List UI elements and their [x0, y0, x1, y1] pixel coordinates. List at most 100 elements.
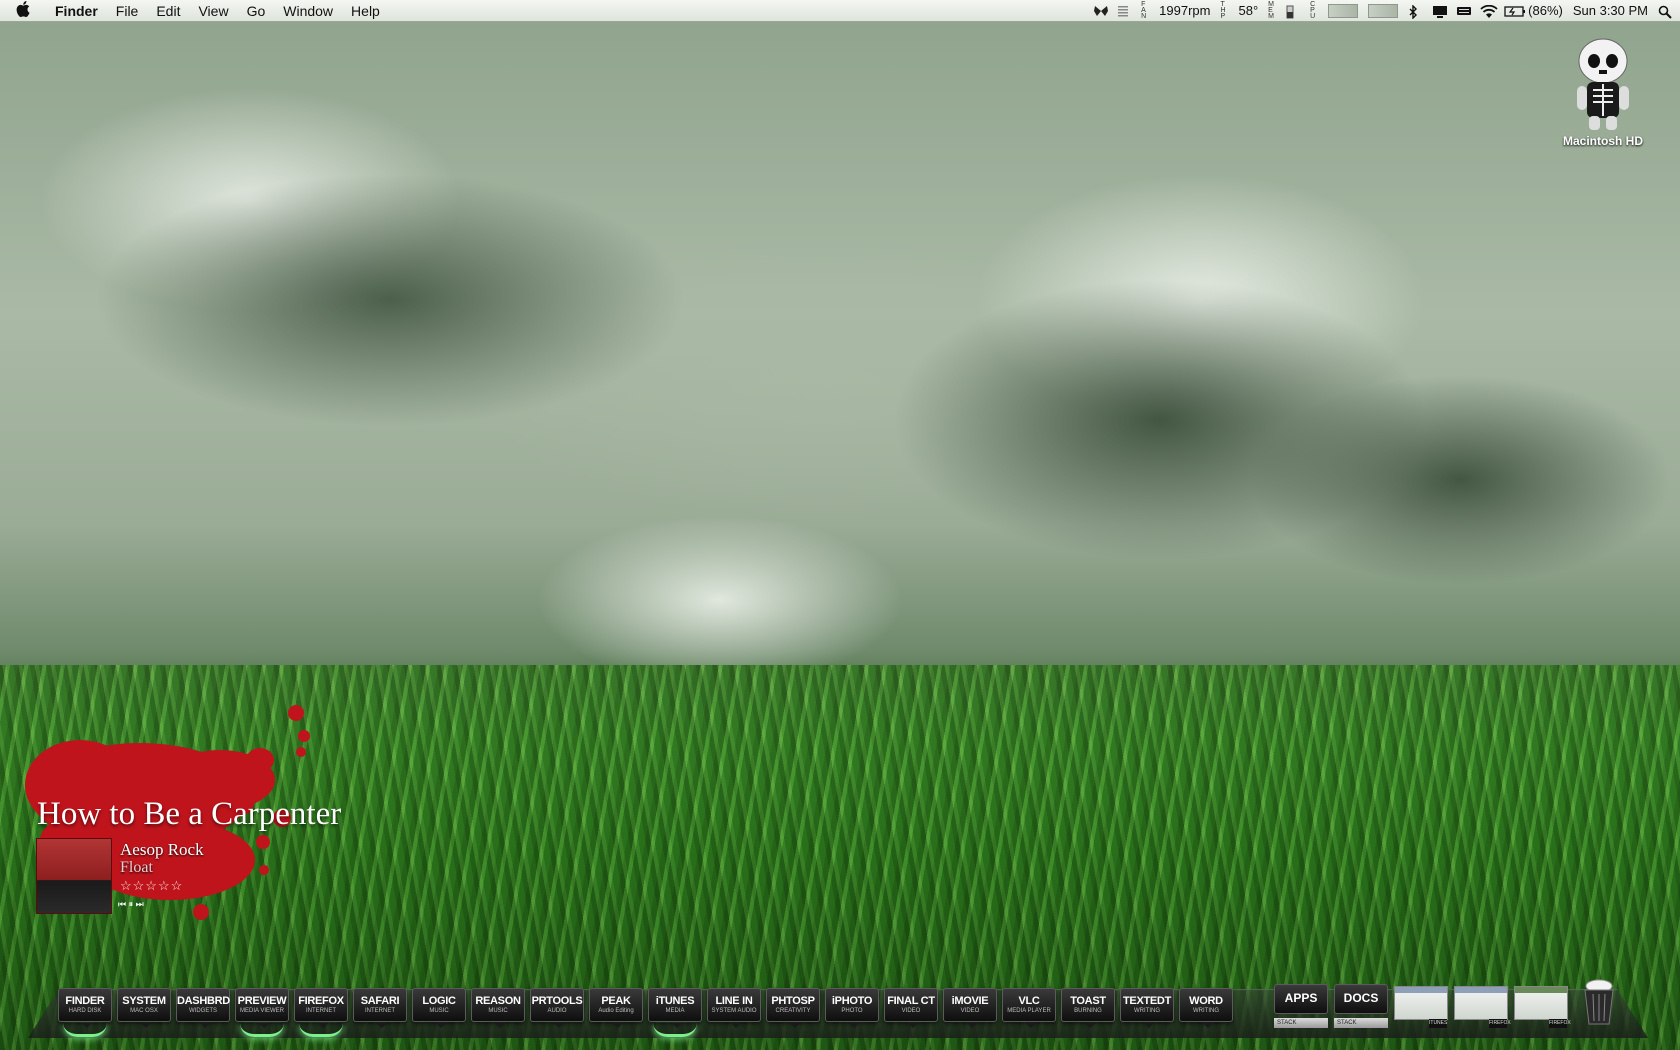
dock-item-label: LOGIC	[422, 995, 456, 1007]
dock-item-label: DASHBRD	[177, 995, 230, 1007]
memory-meter-icon[interactable]	[1286, 5, 1300, 18]
grip-icon[interactable]	[1117, 5, 1131, 17]
dock-item-sublabel: WIDGETS	[189, 1008, 217, 1014]
minimized-window-firefox-2[interactable]: FIREFOX	[1514, 986, 1571, 1028]
menubar-clock[interactable]: Sun 3:30 PM	[1573, 3, 1648, 18]
macintosh-hd-desktop-icon[interactable]: Macintosh HD	[1548, 36, 1658, 148]
dock-item-toast[interactable]: TOAST BURNING	[1061, 988, 1115, 1028]
star-rating[interactable]: ☆☆☆☆☆	[120, 878, 183, 894]
butterfly-icon[interactable]	[1093, 5, 1109, 17]
dock-item-label: WORD	[1189, 995, 1223, 1007]
dock-item-system[interactable]: SYSTEM MAC OSX	[117, 988, 171, 1028]
battery-icon[interactable]	[1504, 5, 1526, 17]
minimized-window-itunes[interactable]: ITUNES	[1394, 986, 1448, 1028]
dock-notch	[730, 1022, 742, 1028]
menu-go[interactable]: Go	[238, 0, 275, 22]
dock-notch	[1025, 1022, 1037, 1028]
dock-item-safari[interactable]: SAFARI INTERNET	[353, 988, 407, 1028]
cpu-graph[interactable]	[1328, 3, 1359, 18]
wifi-icon[interactable]	[1480, 4, 1498, 18]
dock-notch	[612, 1022, 624, 1028]
dock-item-sublabel: WRITING	[1193, 1008, 1219, 1014]
dock-item-firefox[interactable]: FIREFOX INTERNET	[294, 988, 348, 1037]
menu-window[interactable]: Window	[274, 0, 342, 22]
battery-percent[interactable]: (86%)	[1528, 3, 1563, 18]
menu-view[interactable]: View	[189, 0, 237, 22]
thumb-titlebar	[1395, 987, 1447, 993]
menu-help[interactable]: Help	[342, 0, 389, 22]
dock-item-peak[interactable]: PEAK Audio Editing	[589, 988, 643, 1028]
now-playing-widget[interactable]: How to Be a Carpenter Aesop Rock Float ☆…	[20, 700, 440, 930]
dock-app-list: FINDER HARD DISK SYSTEM MAC OSX DASHBRD WID…	[58, 988, 1233, 1037]
menu-file[interactable]: File	[107, 0, 148, 22]
dock-item-sublabel: MEDIA PLAYER	[1007, 1008, 1051, 1014]
dock-item-final-cut[interactable]: FINAL CT VIDEO	[884, 988, 938, 1028]
dock-item-dashbrd[interactable]: DASHBRD WIDGETS	[176, 988, 230, 1028]
minimized-window-firefox[interactable]: FIREFOX	[1454, 986, 1511, 1028]
dock-item-label: FINDER	[65, 995, 105, 1007]
dock-item-imovie[interactable]: iMOVIE VIDEO	[943, 988, 997, 1028]
skeleton-figure-icon	[1573, 36, 1633, 132]
dock-notch	[553, 1022, 565, 1028]
dock-item-sublabel: INTERNET	[306, 1008, 336, 1014]
now-playing-album: Float	[120, 859, 153, 876]
dock-item-label: FIREFOX	[298, 995, 344, 1007]
trash-icon[interactable]	[1581, 978, 1617, 1026]
fan-speed[interactable]: 1997rpm	[1159, 3, 1210, 18]
dock-item-label: REASON	[475, 995, 521, 1007]
dock-stack-docs[interactable]: DOCS	[1334, 984, 1388, 1014]
dock-item-sublabel: INTERNET	[365, 1008, 395, 1014]
dock-item-reason[interactable]: REASON MUSIC	[471, 988, 525, 1028]
dock-item-sublabel: BURNING	[1074, 1008, 1102, 1014]
dock-item-sublabel: MEDIA VIEWER	[239, 1008, 284, 1014]
dock-notch	[140, 1022, 152, 1028]
dock-item-textedit[interactable]: TEXTEDT WRITING	[1120, 988, 1174, 1028]
thumb-titlebar	[1455, 987, 1507, 993]
dock-item-finder[interactable]: FINDER HARD DISK	[58, 988, 112, 1037]
network-graph[interactable]	[1368, 3, 1399, 18]
dock-item-sublabel: VIDEO	[901, 1008, 921, 1014]
dock-item-label: TEXTEDT	[1122, 995, 1171, 1007]
mem-label: M E M	[1268, 0, 1274, 20]
thumb-tag: FIREFOX	[1549, 1019, 1571, 1028]
menu-app-name[interactable]: Finder	[46, 0, 107, 22]
dock-notch	[966, 1022, 978, 1028]
dock-item-word[interactable]: WORD WRITING	[1179, 988, 1233, 1028]
dock-item-preview[interactable]: PREVIEW MEDIA VIEWER	[235, 988, 289, 1037]
dock-item-label: LINE IN	[715, 995, 753, 1007]
thumb-tag: ITUNES	[1429, 1019, 1448, 1028]
dock-item-label: PREVIEW	[237, 995, 287, 1007]
dock-stack-apps[interactable]: APPS	[1274, 984, 1328, 1014]
temp-label: T H P	[1220, 0, 1226, 20]
dock-item-line-in[interactable]: LINE IN SYSTEM AUDIO	[707, 988, 761, 1028]
dock-item-phtosp[interactable]: PHTOSP CREATIVITY	[766, 988, 820, 1028]
dock-item-sublabel: MAC OSX	[130, 1008, 158, 1014]
temperature[interactable]: 58°	[1238, 3, 1258, 18]
fan-label: F A N	[1141, 0, 1147, 20]
dock-notch	[199, 1022, 211, 1028]
dock-notch	[435, 1022, 447, 1028]
dock-item-prtools[interactable]: PRTOOLS AUDIO	[530, 988, 584, 1028]
dock-item-sublabel: SYSTEM AUDIO	[711, 1008, 757, 1014]
bluetooth-icon[interactable]	[1408, 3, 1422, 20]
keyboard-icon[interactable]	[1456, 5, 1472, 17]
display-icon[interactable]	[1432, 5, 1448, 18]
dock-notch	[1202, 1022, 1214, 1028]
dock-item-iphoto[interactable]: iPHOTO PHOTO	[825, 988, 879, 1028]
dock-item-sublabel: CREATIVITY	[775, 1008, 811, 1014]
spotlight-search-icon[interactable]	[1658, 5, 1672, 19]
stack-docs-sublabel: STACK	[1334, 1018, 1388, 1028]
dock-item-label: iPHOTO	[831, 995, 873, 1007]
playback-controls[interactable]: ⏮ ⏸ ⏭	[118, 899, 144, 910]
dock-item-itunes[interactable]: iTUNES MEDIA	[648, 988, 702, 1037]
dock-item-vlc[interactable]: VLC MEDIA PLAYER	[1002, 988, 1056, 1028]
dock-item-sublabel: Audio Editing	[598, 1008, 634, 1014]
dock-item-logic[interactable]: LOGIC MUSIC	[412, 988, 466, 1028]
dock-notch	[1143, 1022, 1155, 1028]
apple-menu-icon[interactable]	[0, 0, 46, 21]
dock-item-label: iMOVIE	[951, 995, 989, 1007]
dock-item-sublabel: VIDEO	[960, 1008, 980, 1014]
menu-edit[interactable]: Edit	[147, 0, 189, 22]
dock-notch	[789, 1022, 801, 1028]
dock-item-label: VLC	[1018, 995, 1040, 1007]
